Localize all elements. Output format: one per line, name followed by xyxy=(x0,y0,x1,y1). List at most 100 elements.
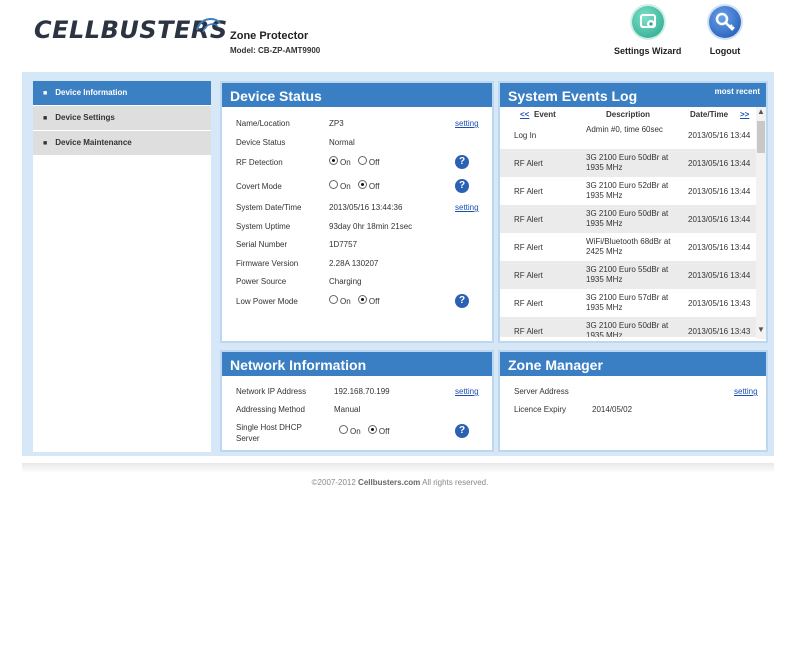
copyright-site: Cellbusters.com xyxy=(358,478,421,487)
table-row: RF Alert 3G 2100 Euro 50dBr at 1935 MHz … xyxy=(500,149,756,177)
cell-event: Log In xyxy=(514,131,537,140)
col-event-header: Event xyxy=(534,110,556,119)
table-row: RF Alert 3G 2100 Euro 50dBr at 1935 MHz … xyxy=(500,317,756,337)
field-label: Licence Expiry xyxy=(514,405,567,414)
sidebar-item-device-settings[interactable]: ■ Device Settings xyxy=(33,106,211,130)
copyright: ©2007-2012 Cellbusters.com All rights re… xyxy=(0,478,800,487)
datetime-setting-link[interactable]: setting xyxy=(455,203,479,212)
table-row: RF Alert WiFi/Bluetooth 68dBr at 2425 MH… xyxy=(500,233,756,261)
scroll-up-icon[interactable]: ▲ xyxy=(757,107,765,116)
panel-title: System Events Log xyxy=(508,88,638,104)
cell-datetime: 2013/05/16 13:43 xyxy=(688,299,751,308)
cell-event: RF Alert xyxy=(514,327,543,336)
dhcp-help-icon[interactable]: ? xyxy=(455,424,469,438)
col-description-header: Description xyxy=(606,110,651,119)
field-label: Firmware Version xyxy=(236,259,299,268)
radio-label: On xyxy=(340,297,351,307)
lowpower-off-radio[interactable] xyxy=(357,295,367,305)
radio-label: Off xyxy=(368,182,380,192)
field-value: 2014/05/02 xyxy=(592,405,633,414)
lowpower-on-radio[interactable] xyxy=(329,295,338,305)
sidebar-item-device-information[interactable]: ■ Device Information xyxy=(33,81,211,105)
dhcp-radios: On Off xyxy=(339,425,394,437)
most-recent-link[interactable]: most recent xyxy=(715,83,760,101)
dhcp-on-radio[interactable] xyxy=(339,425,348,435)
sidebar-item-device-maintenance[interactable]: ■ Device Maintenance xyxy=(33,131,211,155)
dhcp-off-radio[interactable] xyxy=(367,425,377,435)
covert-off-radio[interactable] xyxy=(357,180,367,190)
cell-datetime: 2013/05/16 13:43 xyxy=(688,327,751,336)
copyright-text: All rights reserved. xyxy=(422,478,489,487)
cell-description: Admin #0, time 60sec xyxy=(586,125,663,134)
key-icon xyxy=(709,6,741,38)
rf-off-radio[interactable] xyxy=(357,156,367,166)
cell-datetime: 2013/05/16 13:44 xyxy=(688,243,751,252)
field-label: Low Power Mode xyxy=(236,297,298,306)
panel-title: Zone Manager xyxy=(500,352,766,376)
prev-page-link[interactable]: << xyxy=(520,110,529,119)
field-value: 192.168.70.199 xyxy=(334,387,390,396)
cell-description: 3G 2100 Euro 50dBr at 1935 MHz xyxy=(586,321,669,337)
rf-on-radio[interactable] xyxy=(329,156,338,166)
copyright-years: ©2007-2012 xyxy=(311,478,356,487)
cell-description: 3G 2100 Euro 50dBr at 1935 MHz xyxy=(586,153,669,172)
field-label: Name/Location xyxy=(236,119,290,128)
lowpower-help-icon[interactable]: ? xyxy=(455,294,469,308)
table-row: RF Alert 3G 2100 Euro 57dBr at 1935 MHz … xyxy=(500,289,756,317)
settings-wizard-label: Settings Wizard xyxy=(614,46,682,56)
bullet-icon: ■ xyxy=(43,140,48,147)
log-table-body[interactable]: Log In Admin #0, time 60sec 2013/05/16 1… xyxy=(500,121,756,337)
settings-wizard-button[interactable]: Settings Wizard xyxy=(614,6,681,56)
scroll-thumb[interactable] xyxy=(757,121,765,153)
cell-event: RF Alert xyxy=(514,243,543,252)
field-label: Network IP Address xyxy=(236,387,307,396)
logout-button[interactable]: Logout xyxy=(709,6,741,56)
sidebar: ■ Device Information ■ Device Settings ■ De… xyxy=(33,81,211,452)
table-row: Log In Admin #0, time 60sec 2013/05/16 1… xyxy=(500,121,756,149)
low-power-radios: On Off xyxy=(329,295,384,307)
scroll-down-icon[interactable]: ▼ xyxy=(757,325,765,334)
name-setting-link[interactable]: setting xyxy=(455,119,479,128)
network-setting-link[interactable]: setting xyxy=(455,387,479,396)
field-value: ZP3 xyxy=(329,119,344,128)
log-scrollbar[interactable]: ▲ ▼ xyxy=(756,107,766,339)
radio-label: Off xyxy=(368,297,380,307)
field-value: Normal xyxy=(329,138,355,147)
rf-help-icon[interactable]: ? xyxy=(455,155,469,169)
covert-help-icon[interactable]: ? xyxy=(455,179,469,193)
field-label: Power Source xyxy=(236,277,287,286)
panel-title-bar: System Events Log most recent xyxy=(500,83,766,107)
dhcp-label-line2: Server xyxy=(236,434,260,443)
cell-event: RF Alert xyxy=(514,271,543,280)
table-row: RF Alert 3G 2100 Euro 50dBr at 1935 MHz … xyxy=(500,205,756,233)
cell-datetime: 2013/05/16 13:44 xyxy=(688,159,751,168)
radio-label: On xyxy=(340,182,351,192)
cell-datetime: 2013/05/16 13:44 xyxy=(688,215,751,224)
events-log-panel: System Events Log most recent << Event D… xyxy=(498,81,768,343)
radio-label: On xyxy=(350,427,361,437)
zone-setting-link[interactable]: setting xyxy=(734,387,758,396)
field-label: Single Host DHCP Server xyxy=(236,422,302,444)
sidebar-item-label: Device Settings xyxy=(55,113,115,122)
dhcp-label-line1: Single Host DHCP xyxy=(236,423,302,432)
field-value: Charging xyxy=(329,277,362,286)
covert-mode-radios: On Off xyxy=(329,180,384,192)
field-label: System Date/Time xyxy=(236,203,302,212)
field-label: Covert Mode xyxy=(236,182,282,191)
cell-description: 3G 2100 Euro 52dBr at 1935 MHz xyxy=(586,181,669,200)
covert-on-radio[interactable] xyxy=(329,180,338,190)
cell-event: RF Alert xyxy=(514,187,543,196)
panel-title: Device Status xyxy=(222,83,492,107)
field-label: Serial Number xyxy=(236,240,288,249)
bullet-icon: ■ xyxy=(43,115,48,122)
main-frame: ■ Device Information ■ Device Settings ■ De… xyxy=(22,72,774,456)
sidebar-item-label: Device Maintenance xyxy=(55,138,132,147)
product-model: Model: CB-ZP-AMT9900 xyxy=(230,46,321,55)
cell-event: RF Alert xyxy=(514,159,543,168)
cell-description: 3G 2100 Euro 55dBr at 1935 MHz xyxy=(586,265,669,284)
field-value: 1D7757 xyxy=(329,240,358,249)
settings-wizard-icon xyxy=(631,6,664,38)
next-page-link[interactable]: >> xyxy=(740,110,749,119)
network-info-panel: Network Information Network IP Address 1… xyxy=(220,350,494,452)
cell-description: WiFi/Bluetooth 68dBr at 2425 MHz xyxy=(586,237,671,256)
